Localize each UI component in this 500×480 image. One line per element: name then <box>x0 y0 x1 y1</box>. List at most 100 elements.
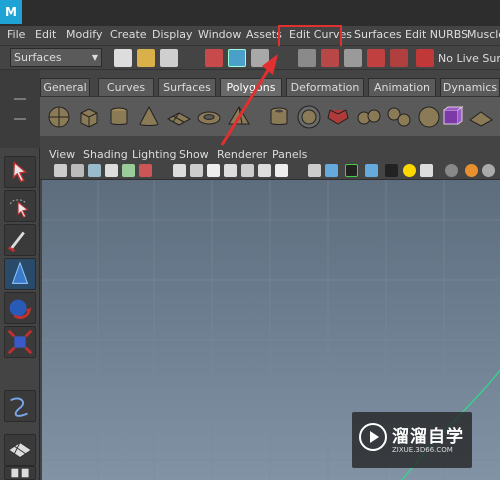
mode-select[interactable]: Surfaces ▼ <box>10 48 102 67</box>
safe-title-icon[interactable] <box>275 164 288 177</box>
highlight-box <box>278 25 342 48</box>
grid-toggle-icon[interactable] <box>173 164 186 177</box>
poly-separate-icon[interactable] <box>386 104 412 130</box>
panel-menu-lighting[interactable]: Lighting <box>132 148 176 161</box>
xray-joints-icon[interactable] <box>465 164 478 177</box>
film-gate-icon[interactable] <box>190 164 203 177</box>
tab-general[interactable]: General <box>40 78 90 96</box>
menu-file[interactable]: File <box>7 28 25 41</box>
chevron-down-icon: ▼ <box>91 53 98 62</box>
poly-helix-icon[interactable] <box>296 104 322 130</box>
snap-grid-icon[interactable] <box>298 49 316 67</box>
menu-muscle[interactable]: Muscle <box>467 28 500 41</box>
poly-cylinder-icon[interactable] <box>106 104 132 130</box>
menu-modify[interactable]: Modify <box>66 28 102 41</box>
snap-point-icon[interactable] <box>344 49 362 67</box>
snap-surface-icon[interactable] <box>390 49 408 67</box>
layout-presets-icon[interactable] <box>4 466 36 480</box>
bookmark-icon[interactable] <box>88 164 101 177</box>
watermark-url: ZIXUE.3D66.COM <box>392 446 453 454</box>
poly-combine-icon[interactable] <box>356 104 382 130</box>
play-logo-icon <box>359 423 387 451</box>
tab-dynamics[interactable]: Dynamics <box>440 78 500 96</box>
grease-pencil-icon[interactable] <box>122 164 135 177</box>
gate-mask-icon[interactable] <box>224 164 237 177</box>
light-bulb-icon[interactable] <box>403 164 416 177</box>
snap-view-icon[interactable] <box>367 49 385 67</box>
tab-curves[interactable]: Curves <box>98 78 154 96</box>
select-component-icon[interactable] <box>251 49 269 67</box>
tab-surfaces[interactable]: Surfaces <box>158 78 216 96</box>
snap-curve-icon[interactable] <box>321 49 339 67</box>
panel-menu-view[interactable]: View <box>49 148 75 161</box>
poly-torus-icon[interactable] <box>196 104 222 130</box>
menu-surfaces[interactable]: Surfaces <box>354 28 402 41</box>
lasso-select-icon[interactable] <box>4 190 36 222</box>
scale-tool-icon[interactable] <box>4 326 36 358</box>
panel-menubar: View Shading Lighting Show Renderer Pane… <box>40 146 500 162</box>
smooth-shade-icon[interactable] <box>325 164 338 177</box>
paint-select-icon[interactable] <box>4 224 36 256</box>
select-hierarchy-icon[interactable] <box>205 49 223 67</box>
magnet-icon[interactable] <box>416 49 434 67</box>
new-scene-icon[interactable] <box>114 49 132 67</box>
live-surface-label: No Live Surface <box>438 52 500 65</box>
menu-edit[interactable]: Edit <box>35 28 56 41</box>
xray-icon[interactable] <box>445 164 458 177</box>
camera-attributes-icon[interactable] <box>71 164 84 177</box>
wireframe-on-shaded-icon[interactable] <box>345 164 358 177</box>
mode-select-value: Surfaces <box>14 51 62 64</box>
poly-extrude-icon[interactable] <box>438 104 464 130</box>
handle-grip-icon <box>14 98 26 120</box>
wireframe-icon[interactable] <box>308 164 321 177</box>
poly-sphere-icon[interactable] <box>46 104 72 130</box>
image-plane-icon[interactable] <box>105 164 118 177</box>
select-object-icon[interactable] <box>228 49 246 67</box>
menu-edit-nurbs[interactable]: Edit NURBS <box>405 28 468 41</box>
main-menubar: File Edit Modify Create Display Window A… <box>0 26 500 46</box>
resolution-gate-icon[interactable] <box>207 164 220 177</box>
open-scene-icon[interactable] <box>137 49 155 67</box>
watermark-title: 溜溜自学 <box>392 427 464 447</box>
save-scene-icon[interactable] <box>160 49 178 67</box>
panel-toolbar <box>40 162 500 180</box>
panel-menu-renderer[interactable]: Renderer <box>217 148 267 161</box>
poly-wedge-icon[interactable] <box>468 104 494 130</box>
two-d-pan-icon[interactable] <box>139 164 152 177</box>
watermark: 溜溜自学 ZIXUE.3D66.COM <box>352 412 472 468</box>
poly-cone-icon[interactable] <box>136 104 162 130</box>
poly-pyramid-icon[interactable] <box>226 104 252 130</box>
field-chart-icon[interactable] <box>241 164 254 177</box>
panel-menu-show[interactable]: Show <box>179 148 209 161</box>
poly-plane-icon[interactable] <box>166 104 192 130</box>
grid-layout-icon[interactable] <box>4 434 36 466</box>
textured-icon[interactable] <box>365 164 378 177</box>
tab-polygons[interactable]: Polygons <box>220 78 282 96</box>
shelf-side-handle[interactable] <box>0 70 40 148</box>
maya-logo-icon: M <box>0 0 22 24</box>
shadows-icon[interactable] <box>420 164 433 177</box>
tab-deformation[interactable]: Deformation <box>286 78 364 96</box>
safe-action-icon[interactable] <box>258 164 271 177</box>
move-tool-icon[interactable] <box>4 258 36 290</box>
xray-active-icon[interactable] <box>482 164 495 177</box>
shelf-icon-row <box>40 96 500 136</box>
shelf: General Curves Surfaces Polygons Deforma… <box>40 70 500 148</box>
panel-menu-panels[interactable]: Panels <box>272 148 307 161</box>
tab-animation[interactable]: Animation <box>368 78 436 96</box>
curve-tool-icon[interactable] <box>4 390 36 422</box>
poly-pipe-icon[interactable] <box>266 104 292 130</box>
use-default-lighting-icon[interactable] <box>385 164 398 177</box>
poly-platonic-icon[interactable] <box>326 104 352 130</box>
menu-display[interactable]: Display <box>152 28 193 41</box>
rotate-tool-icon[interactable] <box>4 292 36 324</box>
panel-menu-shading[interactable]: Shading <box>83 148 128 161</box>
status-line: Surfaces ▼ No Live Surface <box>0 46 500 70</box>
menu-create[interactable]: Create <box>110 28 147 41</box>
menu-window[interactable]: Window <box>198 28 241 41</box>
menu-assets[interactable]: Assets <box>246 28 282 41</box>
toolbox <box>0 148 40 480</box>
camera-select-icon[interactable] <box>54 164 67 177</box>
select-arrow-icon[interactable] <box>4 156 36 188</box>
poly-cube-icon[interactable] <box>76 104 102 130</box>
